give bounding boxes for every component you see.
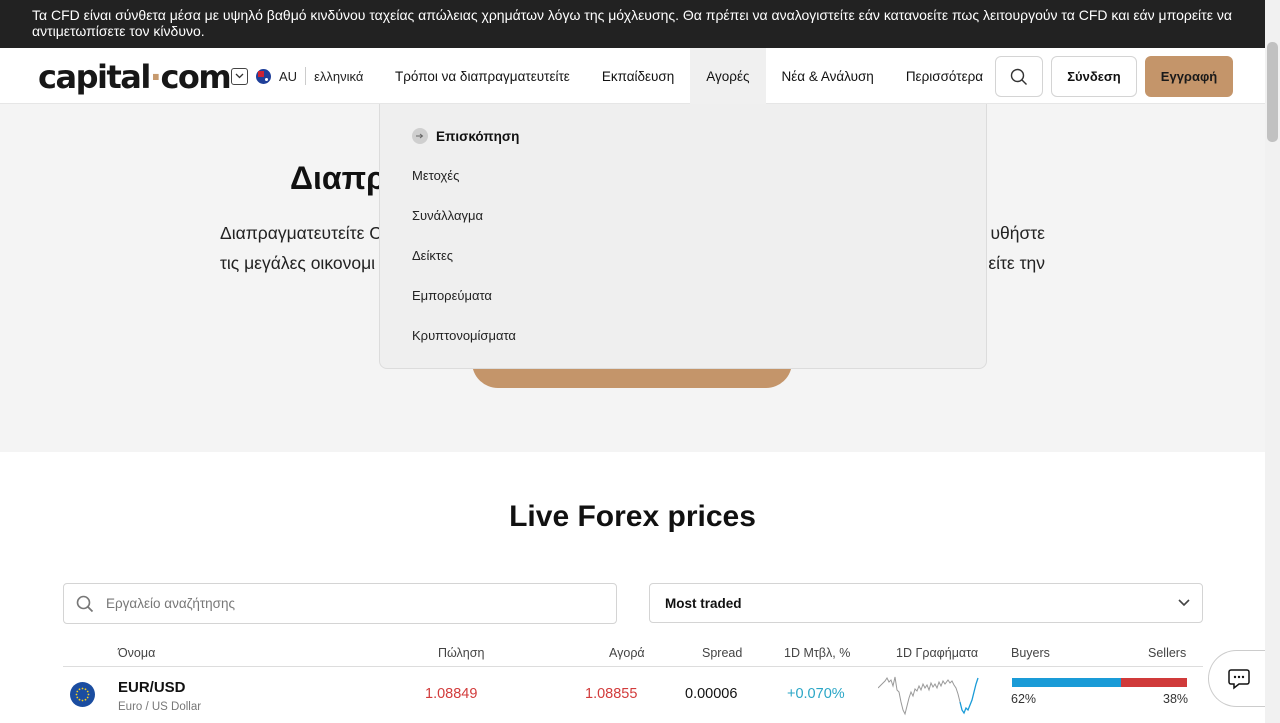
divider — [305, 67, 307, 85]
instrument-symbol[interactable]: EUR/USD — [118, 679, 186, 696]
column-header-chart: 1D Γραφήματα — [896, 646, 979, 660]
sort-select[interactable]: Most traded — [649, 583, 1203, 623]
buyers-percent: 62% — [1011, 692, 1037, 706]
nav-trading-ways[interactable]: Τρόποι να διαπραγματευτείτε — [379, 48, 586, 104]
nav-more[interactable]: Περισσότερα — [890, 48, 999, 104]
sparkline-chart — [878, 676, 979, 716]
column-header-name: Όνομα — [118, 646, 156, 660]
hero-text-line1-end: υθήστε — [990, 223, 1045, 243]
flag-au-icon — [256, 68, 271, 84]
chevron-down-icon — [1178, 599, 1190, 607]
column-header-sell: Πώληση — [438, 646, 485, 660]
hero-title: Διαπρ — [290, 160, 386, 196]
site-header: capital·com AU ελληνικά Τρόποι να διαπρα… — [0, 48, 1265, 104]
buy-price[interactable]: 1.08855 — [585, 686, 637, 702]
menu-item-indices[interactable]: Δείκτες — [412, 248, 453, 263]
menu-item-shares[interactable]: Μετοχές — [412, 168, 459, 183]
signup-button[interactable]: Εγγραφή — [1145, 56, 1233, 97]
menu-item-overview[interactable]: Επισκόπηση — [412, 128, 519, 144]
eu-flag-icon — [70, 682, 95, 707]
logo[interactable]: capital·com — [38, 58, 232, 96]
column-header-buy: Αγορά — [609, 646, 645, 660]
menu-item-forex[interactable]: Συνάλλαγμα — [412, 208, 483, 223]
menu-item-crypto[interactable]: Κρυπτονομίσματα — [412, 328, 516, 343]
sentiment-bar-sellers — [1121, 678, 1187, 687]
risk-warning-text: Τα CFD είναι σύνθετα μέσα με υψηλό βαθμό… — [32, 7, 1232, 39]
table-divider — [63, 666, 1203, 667]
sentiment-bar — [1012, 678, 1187, 687]
nav-education[interactable]: Εκπαίδευση — [586, 48, 690, 104]
logo-main: capital — [38, 58, 151, 96]
login-button[interactable]: Σύνδεση — [1051, 56, 1137, 97]
search-icon — [76, 595, 94, 612]
spread-value: 0.00006 — [685, 686, 738, 702]
search-icon — [1010, 68, 1027, 85]
region-code[interactable]: AU — [279, 69, 297, 84]
nav-markets[interactable]: Αγορές — [690, 48, 766, 104]
sentiment-bar-buyers — [1012, 678, 1121, 687]
logo-tld: com — [160, 58, 231, 96]
menu-item-overview-label: Επισκόπηση — [436, 128, 520, 144]
arrow-right-icon — [412, 128, 428, 144]
chat-button[interactable] — [1208, 650, 1265, 707]
sell-price[interactable]: 1.08849 — [425, 686, 477, 702]
column-header-sellers: Sellers — [1148, 646, 1187, 660]
column-header-buyers: Buyers — [1011, 646, 1050, 660]
sellers-percent: 38% — [1163, 692, 1189, 706]
region-selector[interactable]: AU ελληνικά — [231, 67, 363, 85]
language-selector[interactable]: ελληνικά — [314, 69, 363, 84]
main-nav: Τρόποι να διαπραγματευτείτε Εκπαίδευση Α… — [379, 48, 999, 104]
markets-dropdown-menu: Επισκόπηση Μετοχές Συνάλλαγμα Δείκτες Εμ… — [379, 104, 987, 369]
chat-icon — [1228, 668, 1250, 690]
logo-dot: · — [149, 58, 162, 96]
column-header-spread: Spread — [702, 646, 743, 660]
instrument-description: Euro / US Dollar — [118, 701, 202, 713]
chevron-down-icon[interactable] — [231, 67, 248, 85]
instrument-search-field[interactable] — [63, 583, 617, 624]
hero-text-line2: τις μεγάλες οικονομι — [220, 253, 376, 273]
nav-news-analysis[interactable]: Νέα & Ανάλυση — [766, 48, 890, 104]
daily-change: +0.070% — [787, 686, 845, 702]
sort-select-value: Most traded — [665, 595, 742, 611]
prices-section-title: Live Forex prices — [509, 500, 756, 533]
search-button[interactable] — [995, 56, 1043, 97]
risk-warning-banner: Τα CFD είναι σύνθετα μέσα με υψηλό βαθμό… — [0, 0, 1265, 48]
column-header-change: 1D Μτβλ, % — [784, 646, 851, 660]
menu-item-commodities[interactable]: Εμπορεύματα — [412, 288, 492, 303]
instrument-search-input[interactable] — [106, 596, 586, 611]
hero-text-line2-end: είτε την — [988, 253, 1045, 273]
scrollbar-thumb[interactable] — [1267, 42, 1278, 142]
hero-text-line1: Διαπραγματευτείτε C — [220, 223, 382, 243]
page-scrollbar[interactable] — [1265, 0, 1280, 723]
